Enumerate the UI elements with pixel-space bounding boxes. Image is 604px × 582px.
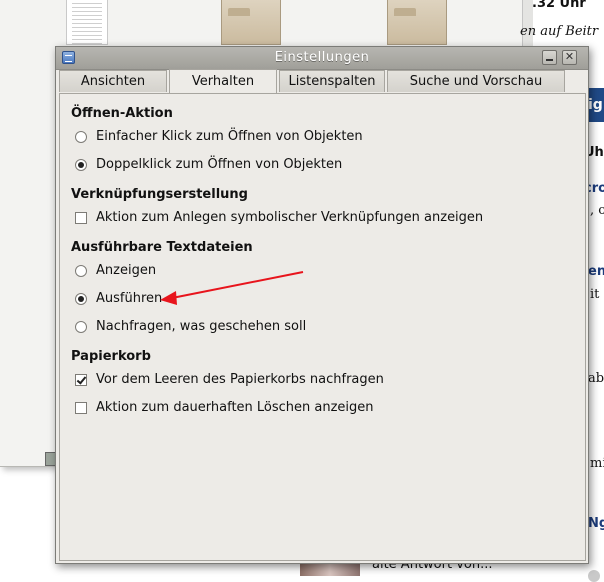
arrow-head — [160, 291, 177, 305]
arrow-shaft — [171, 271, 304, 299]
annotation-arrow — [160, 271, 304, 305]
tab-verhalten[interactable]: Verhalten — [169, 69, 277, 93]
